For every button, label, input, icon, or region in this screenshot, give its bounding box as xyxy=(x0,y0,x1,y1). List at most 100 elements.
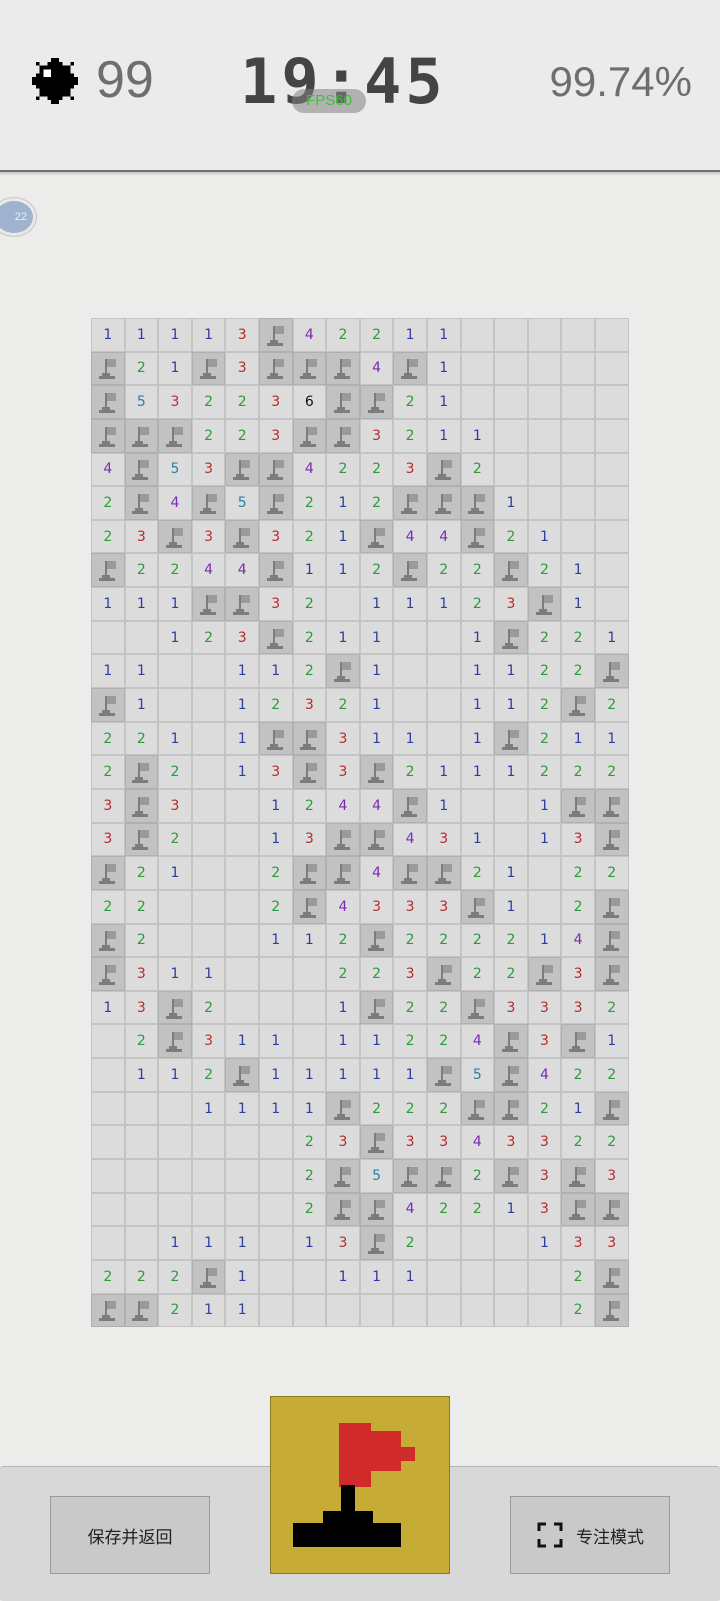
empty-cell[interactable] xyxy=(460,385,495,419)
empty-cell[interactable] xyxy=(225,957,259,991)
number-cell[interactable]: 3 xyxy=(258,587,293,621)
number-cell[interactable]: 1 xyxy=(326,519,360,554)
number-cell[interactable]: 2 xyxy=(393,1226,427,1260)
flagged-cell[interactable] xyxy=(494,1058,528,1092)
number-cell[interactable]: 1 xyxy=(124,654,159,689)
number-cell[interactable]: 3 xyxy=(494,990,528,1025)
number-cell[interactable]: 1 xyxy=(494,486,528,520)
number-cell[interactable]: 2 xyxy=(561,654,595,689)
flagged-cell[interactable] xyxy=(393,788,427,823)
flagged-cell[interactable] xyxy=(494,721,528,756)
number-cell[interactable]: 2 xyxy=(292,519,327,554)
empty-cell[interactable] xyxy=(561,519,595,554)
number-cell[interactable]: 2 xyxy=(158,1293,192,1328)
empty-cell[interactable] xyxy=(594,418,629,453)
number-cell[interactable]: 2 xyxy=(326,923,360,958)
number-cell[interactable]: 1 xyxy=(258,1024,293,1059)
empty-cell[interactable] xyxy=(158,654,192,689)
empty-cell[interactable] xyxy=(258,1293,293,1328)
empty-cell[interactable] xyxy=(527,318,562,352)
number-cell[interactable]: 3 xyxy=(359,889,394,924)
number-cell[interactable]: 2 xyxy=(460,957,495,991)
number-cell[interactable]: 2 xyxy=(258,688,293,722)
number-cell[interactable]: 1 xyxy=(191,318,226,352)
flagged-cell[interactable] xyxy=(426,486,461,520)
number-cell[interactable]: 2 xyxy=(561,1293,595,1328)
number-cell[interactable]: 1 xyxy=(426,351,461,386)
number-cell[interactable]: 1 xyxy=(124,318,159,352)
flagged-cell[interactable] xyxy=(258,318,293,352)
number-cell[interactable]: 4 xyxy=(326,788,360,823)
number-cell[interactable]: 1 xyxy=(191,1293,226,1328)
number-cell[interactable]: 1 xyxy=(359,587,394,621)
number-cell[interactable]: 2 xyxy=(594,755,629,789)
number-cell[interactable]: 2 xyxy=(292,654,327,689)
flagged-cell[interactable] xyxy=(426,1159,461,1193)
number-cell[interactable]: 2 xyxy=(191,620,226,655)
number-cell[interactable]: 2 xyxy=(124,553,159,588)
number-cell[interactable]: 2 xyxy=(494,957,528,991)
number-cell[interactable]: 2 xyxy=(460,1192,495,1227)
number-cell[interactable]: 3 xyxy=(561,1226,595,1260)
flagged-cell[interactable] xyxy=(359,755,394,789)
number-cell[interactable]: 3 xyxy=(561,822,595,857)
number-cell[interactable]: 1 xyxy=(258,788,293,823)
empty-cell[interactable] xyxy=(258,1259,293,1294)
empty-cell[interactable] xyxy=(460,351,495,386)
number-cell[interactable]: 1 xyxy=(158,957,192,991)
number-cell[interactable]: 2 xyxy=(359,452,394,487)
number-cell[interactable]: 3 xyxy=(494,1125,528,1160)
empty-cell[interactable] xyxy=(594,587,629,621)
number-cell[interactable]: 1 xyxy=(561,587,595,621)
number-cell[interactable]: 2 xyxy=(527,721,562,756)
flagged-cell[interactable] xyxy=(124,822,159,857)
number-cell[interactable]: 2 xyxy=(326,957,360,991)
empty-cell[interactable] xyxy=(124,1091,159,1126)
flagged-cell[interactable] xyxy=(124,1293,159,1328)
flagged-cell[interactable] xyxy=(225,519,259,554)
flagged-cell[interactable] xyxy=(359,519,394,554)
number-cell[interactable]: 5 xyxy=(225,486,259,520)
flagged-cell[interactable] xyxy=(326,654,360,689)
flagged-cell[interactable] xyxy=(91,1293,125,1328)
empty-cell[interactable] xyxy=(258,1125,293,1160)
empty-cell[interactable] xyxy=(561,486,595,520)
number-cell[interactable]: 3 xyxy=(527,990,562,1025)
number-cell[interactable]: 2 xyxy=(527,688,562,722)
number-cell[interactable]: 2 xyxy=(426,1091,461,1126)
empty-cell[interactable] xyxy=(158,889,192,924)
number-cell[interactable]: 1 xyxy=(426,418,461,453)
number-cell[interactable]: 2 xyxy=(158,822,192,857)
flagged-cell[interactable] xyxy=(326,1159,360,1193)
empty-cell[interactable] xyxy=(191,755,226,789)
flagged-cell[interactable] xyxy=(494,1024,528,1059)
number-cell[interactable]: 1 xyxy=(359,654,394,689)
number-cell[interactable]: 4 xyxy=(191,553,226,588)
number-cell[interactable]: 2 xyxy=(426,1024,461,1059)
flagged-cell[interactable] xyxy=(124,418,159,453)
number-cell[interactable]: 2 xyxy=(292,1159,327,1193)
number-cell[interactable]: 1 xyxy=(527,923,562,958)
number-cell[interactable]: 2 xyxy=(225,385,259,419)
number-cell[interactable]: 2 xyxy=(258,889,293,924)
number-cell[interactable]: 3 xyxy=(326,721,360,756)
number-cell[interactable]: 2 xyxy=(359,957,394,991)
number-cell[interactable]: 1 xyxy=(460,755,495,789)
empty-cell[interactable] xyxy=(594,385,629,419)
empty-cell[interactable] xyxy=(91,620,125,655)
flagged-cell[interactable] xyxy=(561,1192,595,1227)
number-cell[interactable]: 1 xyxy=(225,755,259,789)
number-cell[interactable]: 3 xyxy=(258,418,293,453)
flagged-cell[interactable] xyxy=(292,889,327,924)
empty-cell[interactable] xyxy=(191,1125,226,1160)
flagged-cell[interactable] xyxy=(91,351,125,386)
number-cell[interactable]: 1 xyxy=(191,1091,226,1126)
number-cell[interactable]: 2 xyxy=(91,721,125,756)
flag-mode-toggle[interactable] xyxy=(270,1396,450,1574)
number-cell[interactable]: 3 xyxy=(426,1125,461,1160)
flagged-cell[interactable] xyxy=(359,1226,394,1260)
number-cell[interactable]: 3 xyxy=(527,1024,562,1059)
number-cell[interactable]: 1 xyxy=(158,1058,192,1092)
flagged-cell[interactable] xyxy=(594,1259,629,1294)
flagged-cell[interactable] xyxy=(594,923,629,958)
